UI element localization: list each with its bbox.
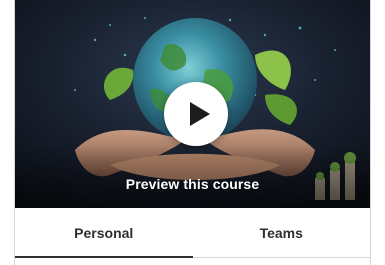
purchase-type-tabs: Personal Teams	[15, 208, 370, 258]
course-sidebar-card: Preview this course Personal Teams	[14, 0, 371, 265]
tab-teams[interactable]: Teams	[193, 208, 371, 257]
preview-course-label: Preview this course	[125, 176, 260, 192]
tab-personal-label: Personal	[74, 224, 134, 241]
play-icon	[190, 102, 210, 126]
course-preview[interactable]: Preview this course	[15, 0, 370, 208]
tab-teams-label: Teams	[259, 224, 303, 241]
page-margin-right	[371, 0, 385, 265]
play-button[interactable]	[164, 82, 228, 146]
page-margin-left	[0, 0, 14, 265]
tab-personal[interactable]: Personal	[15, 208, 193, 258]
